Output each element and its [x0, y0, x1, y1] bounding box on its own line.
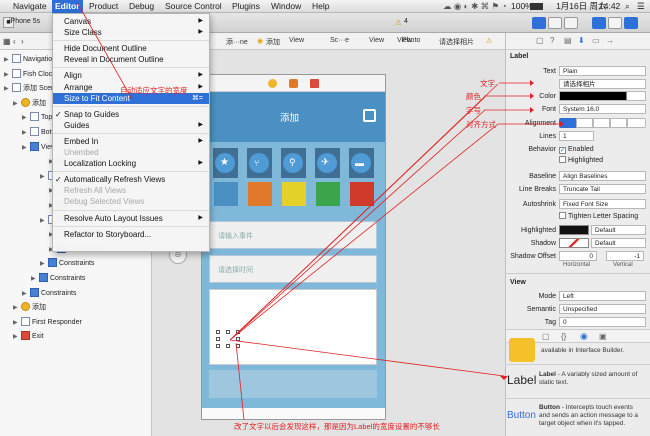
annotation-text: 文字	[480, 79, 495, 88]
annotation-size-to-fit: 自动适应文字的宽度	[120, 86, 188, 95]
annotation-arrows	[77, 3, 564, 421]
annotation-font: 字号	[466, 106, 481, 115]
annotation-alignment: 对齐方式	[466, 120, 496, 129]
annotation-color: 颜色	[466, 92, 481, 101]
annotation-bottom-note: 改了文字以后会发现这样，那是因为Label的宽度设置的不够长	[234, 422, 440, 431]
